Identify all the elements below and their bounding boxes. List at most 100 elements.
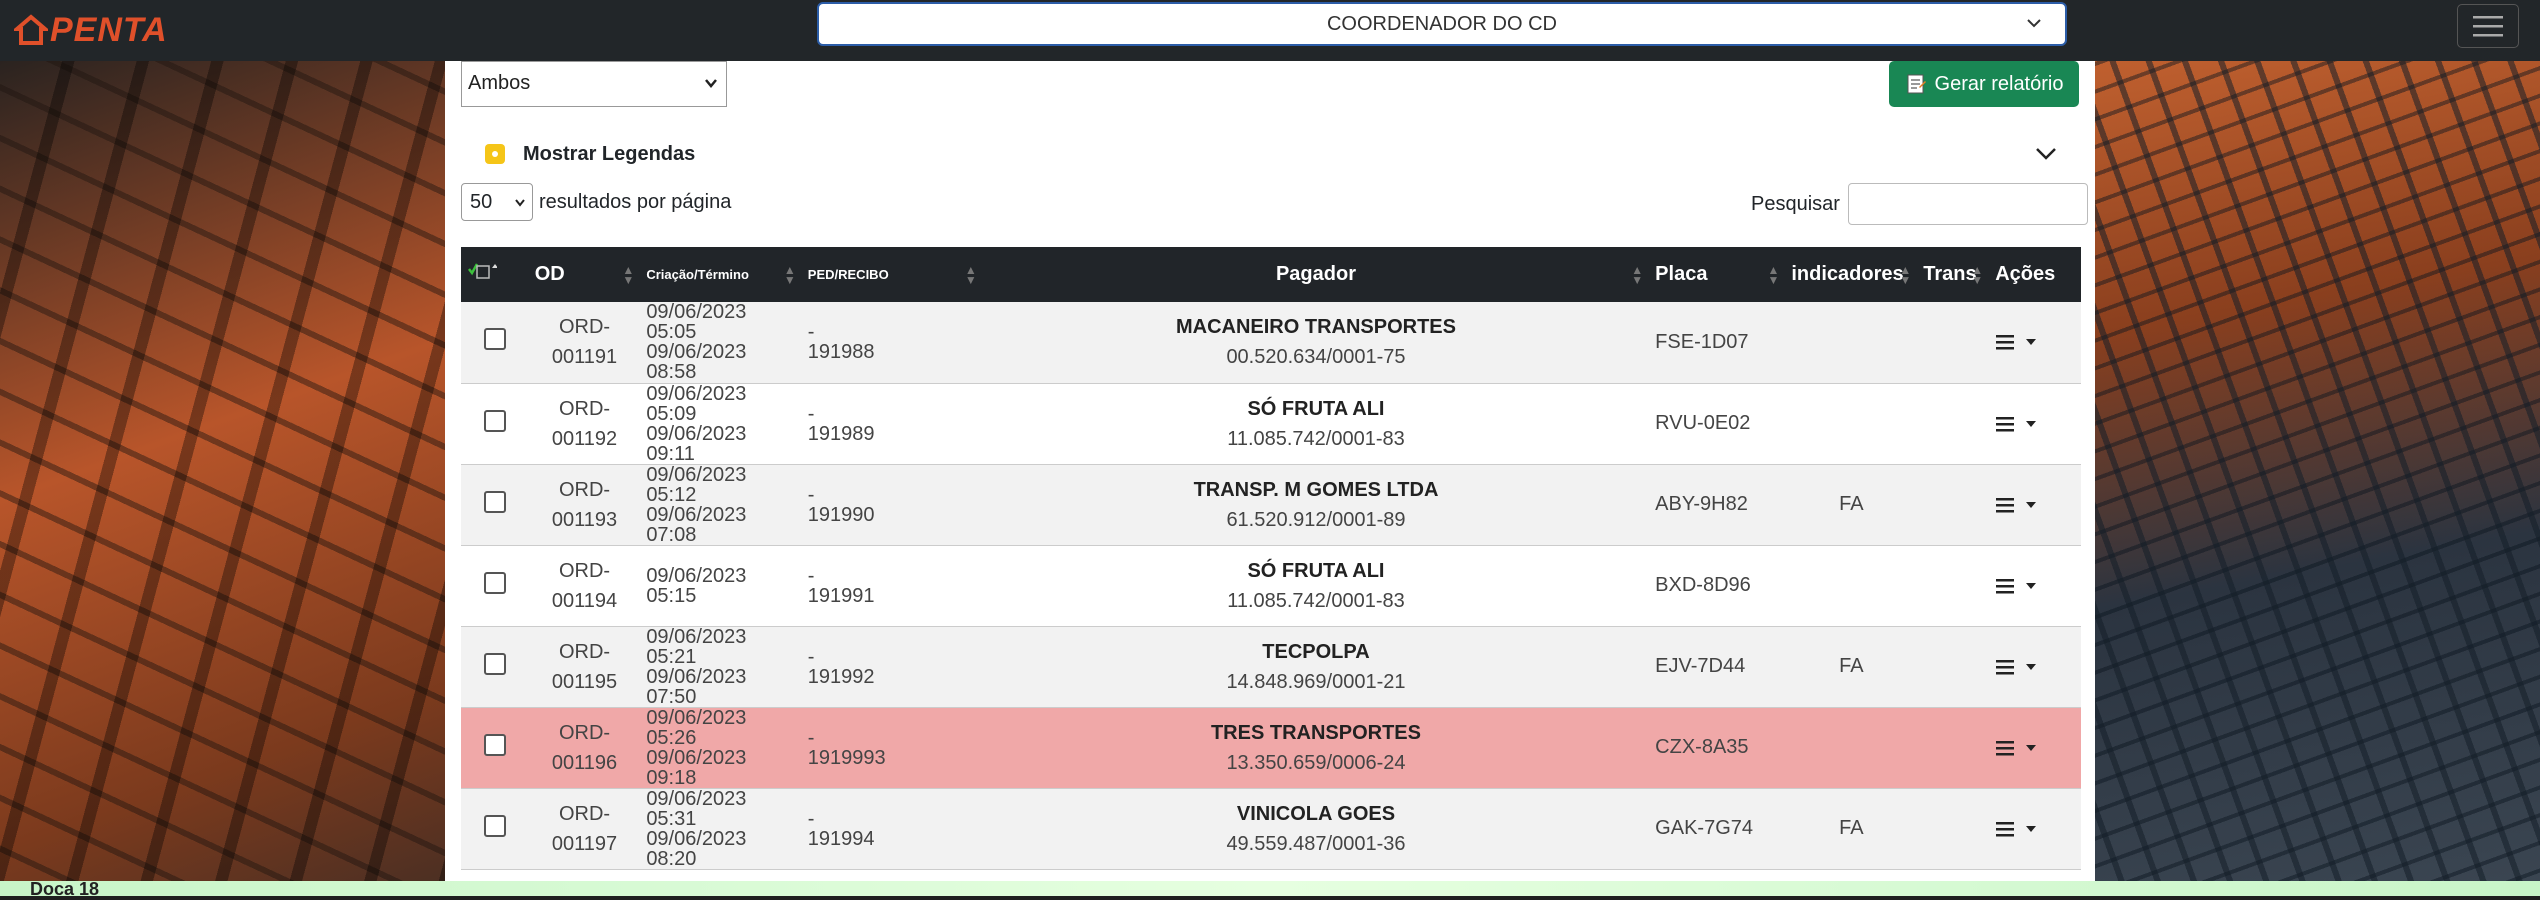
actions-cell: [1989, 464, 2081, 545]
chevron-down-icon: [705, 79, 717, 88]
row-checkbox[interactable]: [483, 814, 506, 837]
row-checkbox-cell: [461, 545, 529, 626]
caret-down-icon: [2026, 420, 2037, 427]
actions-cell: [1989, 626, 2081, 707]
column-header-od[interactable]: OD ▲ ▼: [529, 247, 641, 302]
pagador-cell: SÓ FRUTA ALI 11.085.742/0001-83: [983, 383, 1649, 464]
created-date: 09/06/2023 05:26: [646, 706, 747, 749]
od-number: 001192: [551, 427, 618, 450]
select-all-checkbox-icon[interactable]: [467, 260, 498, 284]
row-checkbox[interactable]: [483, 490, 506, 513]
logo-house-icon: [14, 14, 48, 45]
finished-date: 09/06/2023 07:08: [646, 503, 747, 546]
row-actions-menu[interactable]: [1995, 415, 2075, 433]
legend-toggle[interactable]: Mostrar Legendas: [485, 139, 695, 169]
od-prefix: ORD-: [558, 640, 611, 663]
row-checkbox[interactable]: [483, 328, 506, 351]
brand-logo[interactable]: PENTA: [14, 10, 168, 50]
finished-date: 09/06/2023 09:11: [646, 422, 747, 465]
pagador-cell: TRANSP. M GOMES LTDA 61.520.912/0001-89: [983, 464, 1649, 545]
row-checkbox[interactable]: [483, 652, 506, 675]
table-header-row: OD ▲ ▼ Criação/Término ▲ ▼ PED/RECIBO ▲ ▼ Paga…: [461, 247, 2081, 302]
list-icon: [1996, 821, 2015, 836]
select-all-header[interactable]: [461, 247, 529, 302]
indicadores-cell: [1785, 707, 1917, 788]
row-actions-menu[interactable]: [1995, 496, 2075, 514]
pagador-cnpj: 11.085.742/0001-83: [1227, 589, 1405, 612]
page-size-label: resultados por página: [539, 190, 732, 213]
column-header-indicadores[interactable]: indicadores ▲ ▼: [1785, 247, 1917, 302]
ped-cell: -191988: [802, 302, 983, 383]
footer-label: Doca 18: [30, 879, 100, 899]
table-row[interactable]: ORD- 001196 09/06/2023 05:26 09/06/2023 09:…: [461, 707, 2081, 788]
pagador-cnpj: 13.350.659/0006-24: [1226, 751, 1406, 774]
row-actions-menu[interactable]: [1995, 658, 2075, 676]
caret-down-icon: [2026, 663, 2037, 670]
page-size-control: 50 resultados por página: [461, 183, 731, 221]
od-prefix: ORD-: [558, 397, 611, 420]
menu-toggle-button[interactable]: [2457, 4, 2519, 48]
row-actions-menu[interactable]: [1995, 739, 2075, 757]
row-actions-menu[interactable]: [1995, 333, 2075, 351]
receipt-value: 191991: [807, 584, 875, 607]
column-header-trans[interactable]: Trans ▲ ▼: [1917, 247, 1989, 302]
column-label-od: OD: [534, 263, 565, 285]
dates-cell: 09/06/2023 05:05 09/06/2023 08:58: [640, 302, 801, 383]
placa-cell: FSE-1D07: [1655, 330, 1749, 353]
table-row[interactable]: ORD- 001191 09/06/2023 05:05 09/06/2023 08:…: [461, 302, 2081, 383]
receipt-value: 191990: [807, 503, 875, 526]
role-select[interactable]: COORDENADOR DO CD: [817, 2, 2067, 46]
ped-cell: -191989: [802, 383, 983, 464]
od-cell: ORD- 001191: [529, 302, 641, 383]
od-number: 001193: [551, 508, 618, 531]
search-label: Pesquisar: [1751, 192, 1840, 215]
top-navbar: PENTA COORDENADOR DO CD: [0, 0, 2540, 61]
row-checkbox-cell: [461, 383, 529, 464]
generate-report-button[interactable]: Gerar relatório: [1889, 61, 2079, 107]
table-row[interactable]: ORD- 001197 09/06/2023 05:31 09/06/2023 08:…: [461, 788, 2081, 869]
column-label-placa: Placa: [1655, 263, 1708, 285]
column-header-acoes: Ações: [1989, 247, 2081, 302]
table-row[interactable]: ORD- 001192 09/06/2023 05:09 09/06/2023 09:…: [461, 383, 2081, 464]
placa-cell: RVU-0E02: [1655, 412, 1751, 434]
pagador-name: VINICOLA GOES: [1236, 802, 1396, 825]
od-cell: ORD- 001196: [529, 707, 641, 788]
orders-table: OD ▲ ▼ Criação/Término ▲ ▼ PED/RECIBO ▲ ▼ Paga…: [461, 247, 2081, 870]
row-checkbox[interactable]: [483, 733, 506, 756]
ped-value: -: [807, 321, 815, 344]
trans-cell: [1917, 788, 1989, 869]
od-prefix: ORD-: [558, 559, 611, 582]
receipt-value: 191988: [807, 341, 875, 364]
chevron-down-icon[interactable]: [2033, 141, 2059, 167]
row-actions-menu[interactable]: [1995, 577, 2075, 595]
pagador-name: SÓ FRUTA ALI: [1247, 397, 1385, 420]
column-header-placa[interactable]: Placa ▲ ▼: [1649, 247, 1785, 302]
column-header-pagador[interactable]: Pagador ▲ ▼: [983, 247, 1649, 302]
filter-select[interactable]: Ambos: [461, 61, 727, 107]
placa-cell: GAK-7G74: [1655, 817, 1753, 839]
od-number: 001197: [551, 832, 618, 855]
pagador-cell: TRES TRANSPORTES 13.350.659/0006-24: [983, 707, 1649, 788]
indicadores-cell: FA: [1839, 655, 1864, 677]
od-cell: ORD- 001197: [529, 788, 641, 869]
generate-report-label: Gerar relatório: [1934, 72, 2064, 95]
row-checkbox[interactable]: [483, 571, 506, 594]
ped-value: -: [807, 807, 815, 830]
created-date: 09/06/2023 05:15: [646, 564, 747, 607]
table-row[interactable]: ORD- 001195 09/06/2023 05:21 09/06/2023 07:…: [461, 626, 2081, 707]
search-input[interactable]: [1847, 183, 2088, 225]
column-header-ped[interactable]: PED/RECIBO ▲ ▼: [802, 247, 983, 302]
pagador-cell: VINICOLA GOES 49.559.487/0001-36: [983, 788, 1649, 869]
row-actions-menu[interactable]: [1995, 820, 2075, 838]
receipt-value: 191989: [807, 422, 875, 445]
table-row[interactable]: ORD- 001193 09/06/2023 05:12 09/06/2023 07:…: [461, 464, 2081, 545]
column-header-dates[interactable]: Criação/Término ▲ ▼: [640, 247, 801, 302]
row-checkbox[interactable]: [483, 409, 506, 432]
role-select-value: COORDENADOR DO CD: [1326, 12, 1557, 35]
sort-icon: ▲ ▼: [1971, 263, 1984, 287]
page-size-select[interactable]: 50: [461, 183, 533, 221]
table-row[interactable]: ORD- 001194 09/06/2023 05:15-191991 SÓ FRUT…: [461, 545, 2081, 626]
created-date: 09/06/2023 05:05: [646, 301, 747, 344]
dates-cell: 09/06/2023 05:15: [640, 545, 801, 626]
od-prefix: ORD-: [558, 316, 611, 339]
